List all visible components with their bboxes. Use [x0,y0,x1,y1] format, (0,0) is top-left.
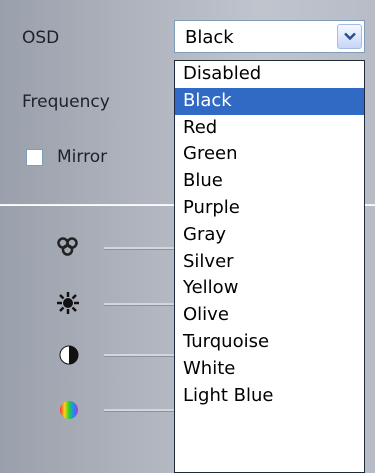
dropdown-option[interactable]: White [175,356,364,383]
contrast-icon [56,342,82,368]
mirror-label: Mirror [57,147,108,167]
hue-icon [56,397,82,423]
saturation-icon [55,234,81,260]
dropdown-option[interactable]: Black [175,87,364,115]
dropdown-option[interactable]: Green [175,141,364,168]
frequency-label: Frequency [22,92,110,112]
brightness-icon [55,290,81,316]
dropdown-option[interactable]: Silver [175,249,364,276]
mirror-checkbox[interactable] [26,148,43,166]
osd-select-value: Black [185,27,234,48]
dropdown-option[interactable]: Blue [175,168,364,195]
osd-dropdown-list: Disabled Black Red Green Blue Purple Gray Silve… [174,60,365,473]
dropdown-option[interactable]: Yellow [175,275,364,302]
osd-select[interactable]: Black [174,20,365,53]
dropdown-option[interactable]: Gray [175,222,364,249]
dropdown-option[interactable]: Purple [175,195,364,222]
settings-panel: OSD Frequency Mirror Black Disabled Blac… [0,0,375,473]
mirror-row[interactable]: Mirror [26,147,107,167]
dropdown-option[interactable]: Light Blue [175,383,364,410]
dropdown-option[interactable]: Olive [175,302,364,329]
chevron-down-icon[interactable] [337,24,362,49]
dropdown-option[interactable]: Disabled [175,61,364,88]
dropdown-option[interactable]: Red [175,115,364,142]
dropdown-option[interactable]: Turquoise [175,329,364,356]
osd-label: OSD [22,28,60,48]
